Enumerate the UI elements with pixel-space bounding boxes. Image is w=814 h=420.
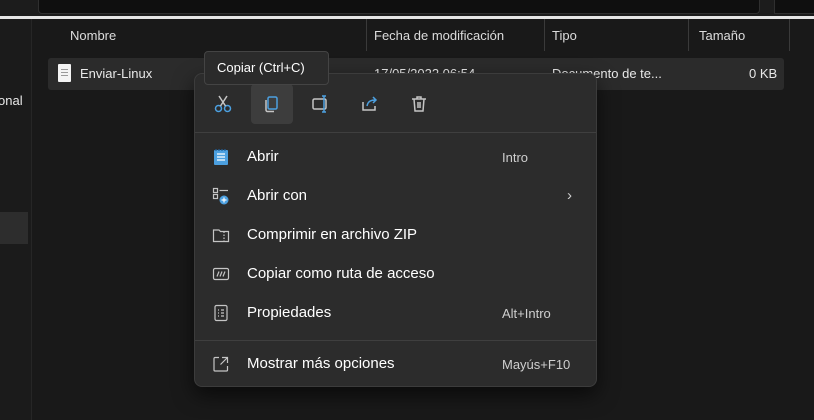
menu-item-open[interactable]: Abrir Intro bbox=[200, 139, 591, 175]
menu-item-open-with[interactable]: Abrir con › bbox=[200, 178, 591, 214]
column-header-date[interactable]: Fecha de modificación bbox=[374, 28, 504, 43]
open-with-icon bbox=[212, 187, 229, 205]
tooltip-text: Copiar (Ctrl+C) bbox=[217, 60, 305, 75]
rename-icon bbox=[312, 95, 327, 113]
menu-item-shortcut: Intro bbox=[502, 150, 529, 165]
column-header-type[interactable]: Tipo bbox=[552, 28, 577, 43]
menu-item-label: Copiar como ruta de acceso bbox=[247, 265, 435, 282]
column-divider[interactable] bbox=[544, 19, 545, 51]
share-button[interactable] bbox=[349, 84, 391, 124]
menu-item-properties[interactable]: Propiedades Alt+Intro bbox=[200, 295, 591, 331]
menu-item-label: Abrir bbox=[247, 148, 279, 165]
context-menu: Abrir Intro Abrir con › Comprimir en arc… bbox=[194, 73, 597, 387]
menu-item-shortcut: Alt+Intro bbox=[502, 306, 551, 321]
delete-button[interactable] bbox=[398, 84, 440, 124]
column-divider[interactable] bbox=[789, 19, 790, 51]
cut-icon bbox=[214, 95, 232, 113]
menu-item-show-more-options[interactable]: Mostrar más opciones Mayús+F10 bbox=[200, 346, 591, 382]
menu-item-compress-zip[interactable]: Comprimir en archivo ZIP bbox=[200, 217, 591, 253]
menu-item-label: Abrir con bbox=[247, 187, 308, 204]
nav-item-selected[interactable] bbox=[0, 212, 28, 244]
menu-divider bbox=[195, 340, 596, 341]
cut-button[interactable] bbox=[202, 84, 244, 124]
properties-icon bbox=[214, 304, 228, 322]
nav-item-label[interactable]: onal bbox=[0, 93, 23, 108]
show-more-icon bbox=[213, 356, 229, 372]
menu-divider bbox=[195, 132, 596, 133]
share-icon bbox=[362, 96, 378, 111]
search-box[interactable] bbox=[774, 0, 814, 14]
text-file-icon bbox=[58, 64, 71, 82]
menu-item-shortcut: Mayús+F10 bbox=[502, 357, 571, 372]
menu-item-label: Propiedades bbox=[247, 304, 332, 321]
address-bar[interactable] bbox=[38, 0, 760, 14]
copy-button[interactable] bbox=[251, 84, 293, 124]
file-name[interactable]: Enviar-Linux bbox=[80, 66, 152, 81]
copy-icon bbox=[265, 96, 278, 113]
chevron-right-icon: › bbox=[567, 187, 572, 204]
menu-item-label: Mostrar más opciones bbox=[247, 355, 395, 372]
file-size: 0 KB bbox=[749, 66, 778, 81]
column-divider[interactable] bbox=[366, 19, 367, 51]
rename-button[interactable] bbox=[300, 84, 342, 124]
column-header-size[interactable]: Tamaño bbox=[699, 28, 745, 43]
title-bar bbox=[0, 0, 814, 19]
notepad-icon bbox=[214, 149, 228, 165]
copy-tooltip: Copiar (Ctrl+C) bbox=[204, 51, 329, 85]
zip-folder-icon bbox=[212, 229, 230, 243]
menu-item-label: Comprimir en archivo ZIP bbox=[247, 226, 418, 243]
column-header-name[interactable]: Nombre bbox=[70, 28, 116, 43]
column-header-row: Nombre Fecha de modificación Tipo Tamaño bbox=[32, 19, 814, 51]
copy-path-icon bbox=[212, 267, 230, 281]
delete-icon bbox=[412, 96, 426, 112]
navigation-pane: onal bbox=[0, 19, 32, 420]
menu-item-copy-path[interactable]: Copiar como ruta de acceso bbox=[200, 256, 591, 292]
column-divider[interactable] bbox=[688, 19, 689, 51]
